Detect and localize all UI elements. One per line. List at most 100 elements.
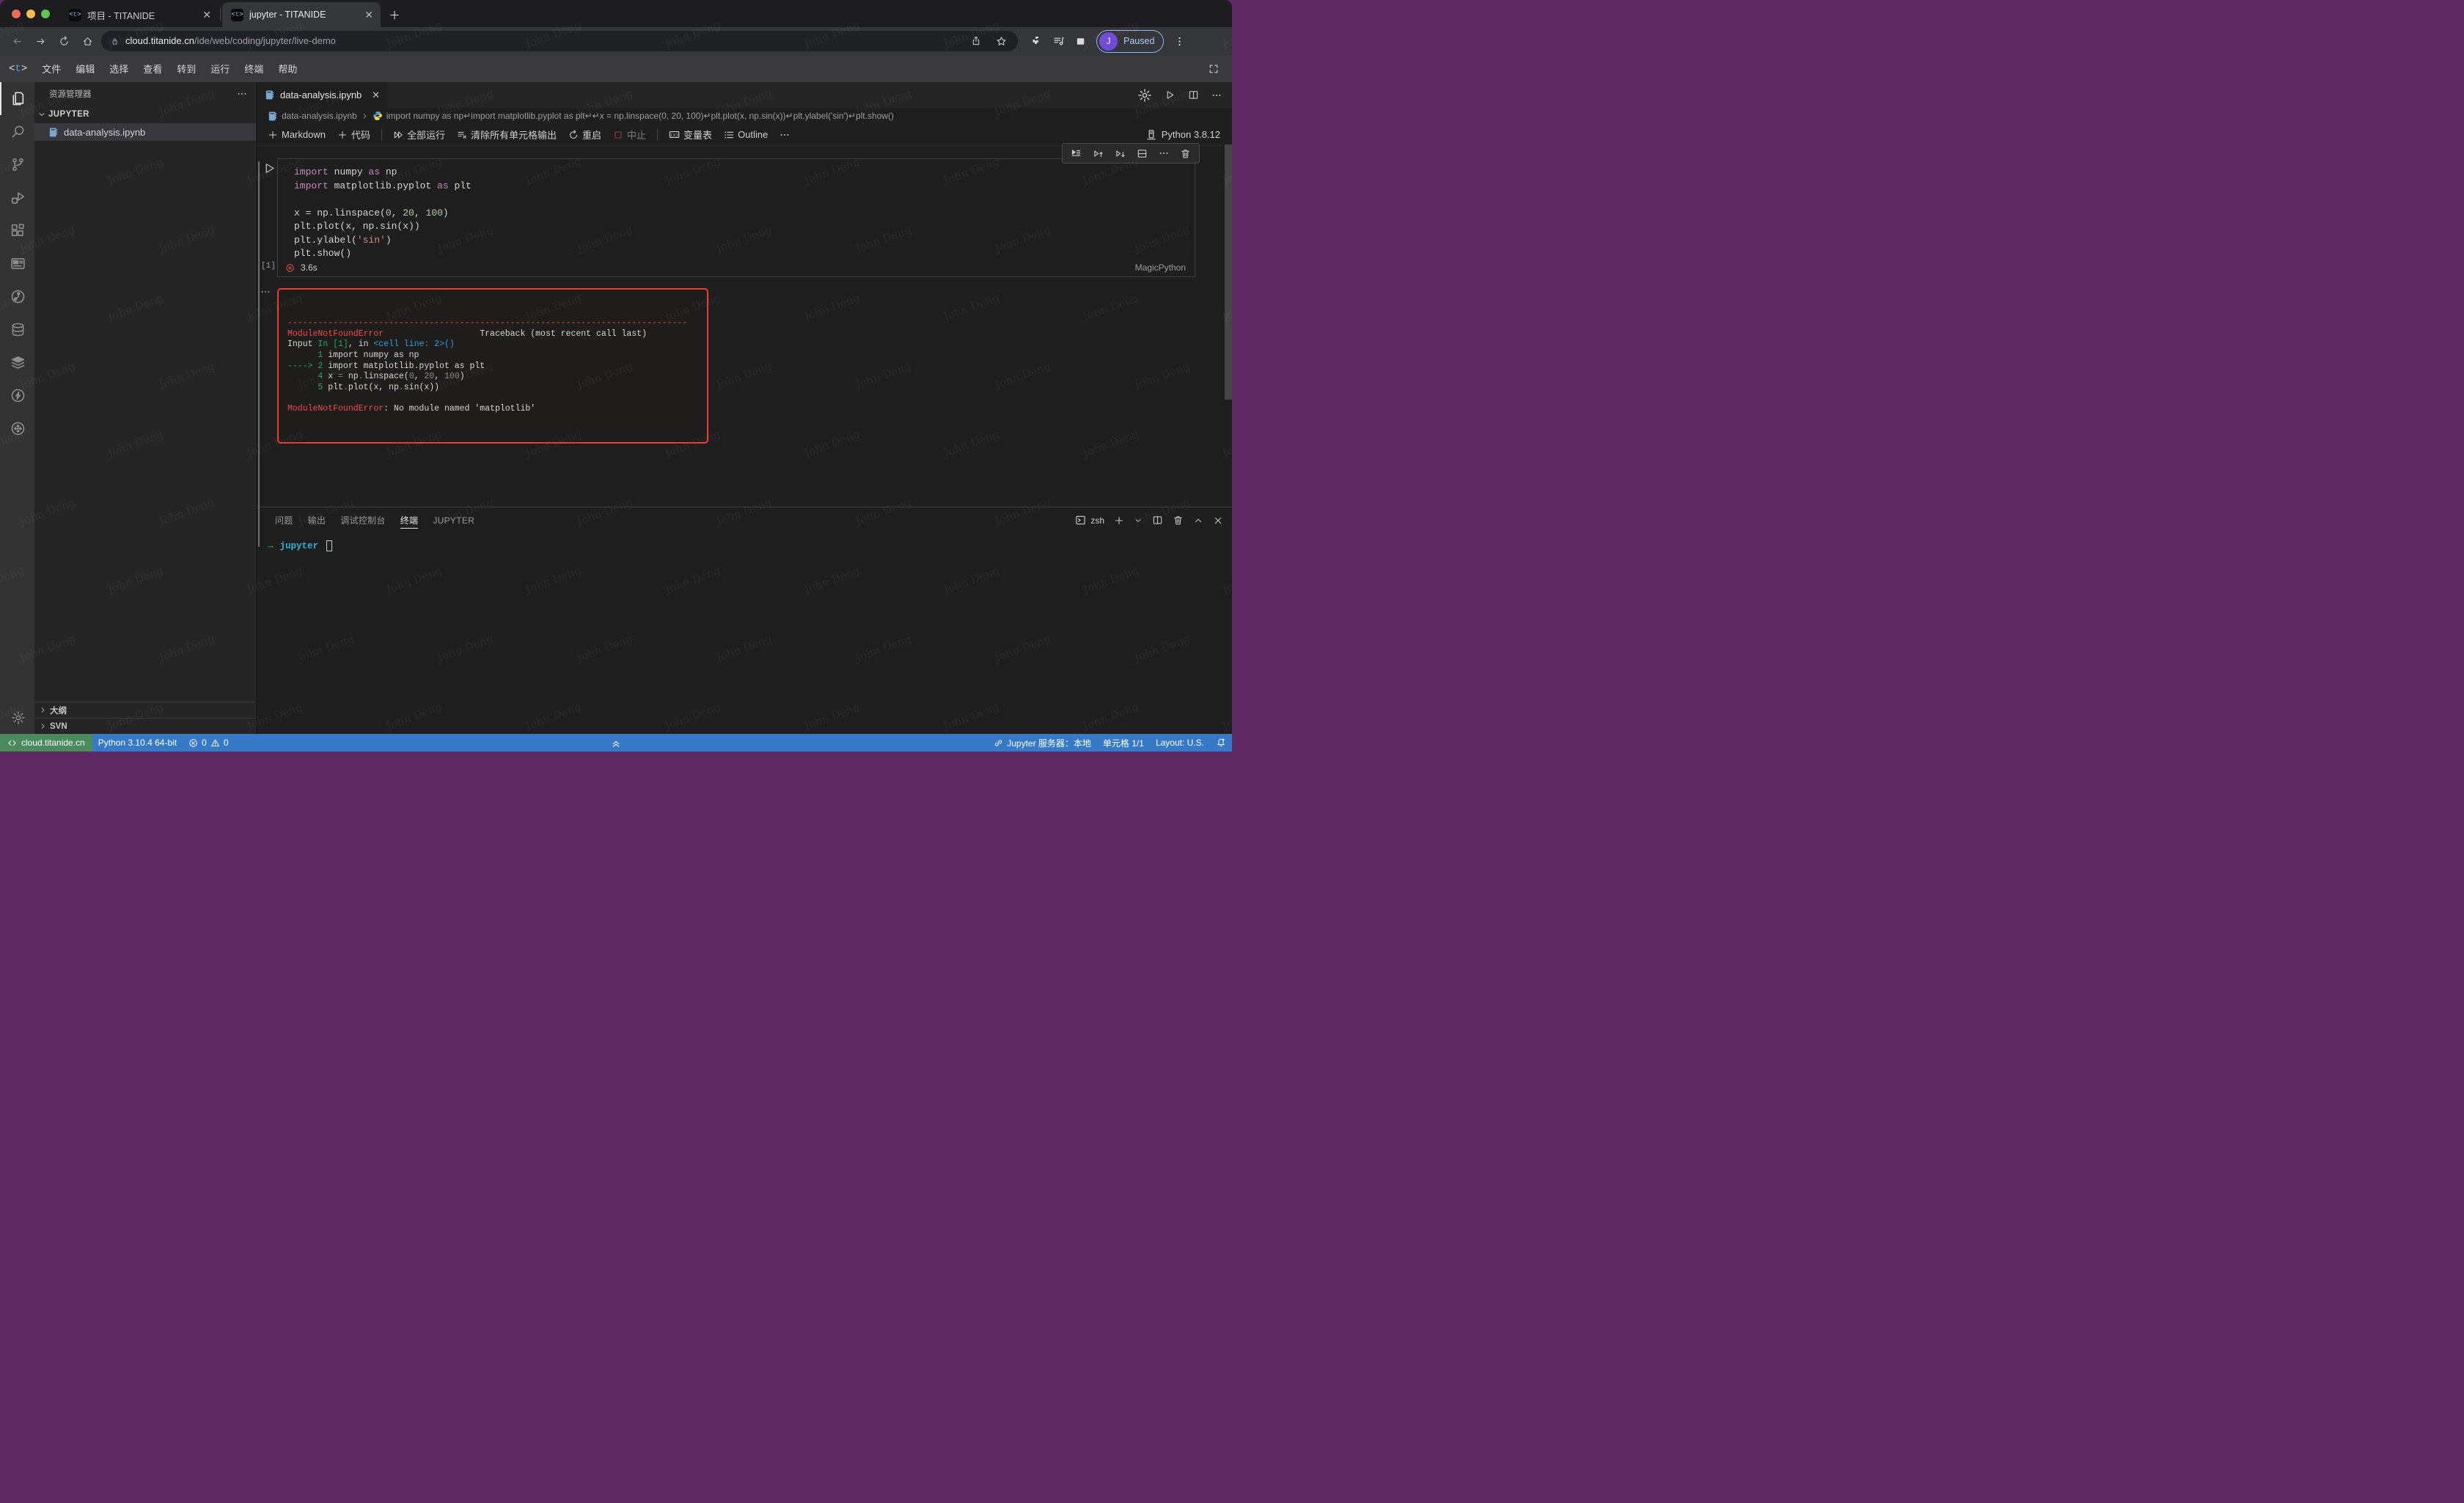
panel-tab-jupyter[interactable]: JUPYTER [425,507,482,533]
panel-tab-debug-console[interactable]: 调试控制台 [333,507,393,533]
maximize-panel-icon[interactable] [1193,515,1203,526]
browser-menu-kebab-icon[interactable] [1174,36,1185,47]
cell-more-actions-icon[interactable] [1159,148,1169,158]
explorer-more-actions-icon[interactable] [237,89,247,99]
python-interpreter-status[interactable]: Python 3.10.4 64-bit [92,734,183,752]
add-code-button[interactable]: 代码 [332,125,375,144]
cell-code-editor[interactable]: import numpy as npimport matplotlib.pypl… [277,158,1195,277]
panel-tab-output[interactable]: 输出 [301,507,334,533]
execute-below-icon[interactable] [1115,148,1126,159]
kill-terminal-icon[interactable] [1173,515,1184,526]
bookmark-star-icon[interactable] [991,32,1011,51]
activity-explorer-icon[interactable] [0,82,34,115]
notifications-bell-icon[interactable] [1210,734,1232,752]
activity-git-graph-icon[interactable] [0,280,34,313]
menu-help[interactable]: 帮助 [271,59,304,78]
expand-panel-chevrons-icon[interactable] [611,734,622,752]
menu-run[interactable]: 运行 [203,59,237,78]
breadcrumb-file[interactable]: data-analysis.ipynb [282,111,357,121]
run-all-button[interactable]: 全部运行 [388,125,450,144]
back-icon[interactable] [7,32,26,51]
delete-cell-icon[interactable] [1180,148,1191,159]
activity-layers-icon[interactable] [0,346,34,379]
output-menu-icon[interactable] [260,287,271,297]
menu-edit[interactable]: 编辑 [68,59,102,78]
new-terminal-icon[interactable] [1114,515,1124,526]
activity-extensions-icon[interactable] [0,214,34,247]
file-item-notebook[interactable]: data-analysis.ipynb [34,123,256,141]
profile-paused-badge[interactable]: J Paused [1096,30,1164,53]
editor-more-actions-icon[interactable] [1211,90,1222,100]
editor-tab-notebook[interactable]: data-analysis.ipynb ✕ [257,82,387,108]
jupyter-server-status[interactable]: Jupyter 服务器：本地 [988,734,1097,752]
address-bar[interactable]: cloud.titanide.cn/ide/web/coding/jupyter… [101,31,1018,51]
sidebar-section-outline[interactable]: 大纲 [34,702,256,718]
terminal-shell-selector[interactable]: zsh [1075,515,1104,526]
remote-indicator[interactable]: cloud.titanide.cn [0,734,92,752]
keyboard-layout-status[interactable]: Layout: U.S. [1150,734,1210,752]
notebook-file-icon [267,111,278,122]
activity-source-control-icon[interactable] [0,148,34,181]
close-panel-icon[interactable] [1213,515,1223,526]
split-editor-icon[interactable] [1188,89,1199,100]
playlist-icon[interactable] [1053,35,1065,47]
reload-icon[interactable] [54,32,73,51]
extensions-puzzle-icon[interactable] [1031,35,1043,47]
run-icon[interactable] [1165,89,1176,100]
editor-scrollbar[interactable] [1225,144,1232,400]
activity-run-debug-icon[interactable] [0,181,34,214]
share-icon[interactable] [967,32,986,51]
breadcrumb-code-summary[interactable]: import numpy as np↵import matplotlib.pyp… [386,111,894,121]
sidebar-section-svn[interactable]: SVN [34,718,256,734]
home-icon[interactable] [78,32,97,51]
execute-cell-and-below-icon[interactable] [1071,148,1082,159]
fullscreen-icon[interactable] [1209,64,1223,74]
activity-search-icon[interactable] [0,115,34,148]
side-panel-icon[interactable] [1075,36,1086,47]
panel-tab-terminal[interactable]: 终端 [393,507,426,533]
close-tab-icon[interactable]: ✕ [202,9,211,21]
notebook-settings-gear-icon[interactable] [1137,88,1152,103]
close-tab-icon[interactable]: ✕ [364,9,373,21]
outline-button[interactable]: Outline [719,127,773,142]
profile-avatar[interactable]: J [1099,32,1118,51]
browser-tab-project[interactable]: <t> 项目 - TITANIDE ✕ [60,2,219,27]
activity-thunder-icon[interactable] [0,379,34,412]
cell-position-status[interactable]: 单元格 1/1 [1097,734,1150,752]
kernel-picker[interactable]: Python 3.8.12 [1145,129,1223,141]
problems-status[interactable]: 0 0 [183,734,234,752]
add-markdown-button[interactable]: Markdown [263,127,331,142]
menu-selection[interactable]: 选择 [102,59,136,78]
browser-tab-jupyter[interactable]: <t> jupyter - TITANIDE ✕ [222,2,381,27]
maximize-window-button[interactable] [41,10,50,18]
forward-icon[interactable] [31,32,50,51]
cell-language-label[interactable]: MagicPython [1135,262,1186,273]
menu-view[interactable]: 查看 [136,59,169,78]
variables-button[interactable]: (x)变量表 [664,125,717,144]
settings-gear-icon[interactable] [0,701,34,734]
menu-terminal[interactable]: 终端 [237,59,271,78]
chevron-right-icon [361,112,369,120]
new-tab-button[interactable]: ＋ [385,5,404,24]
split-cell-icon[interactable] [1137,148,1148,159]
close-window-button[interactable] [12,10,21,18]
explorer-section-jupyter[interactable]: JUPYTER [34,106,256,123]
minimize-window-button[interactable] [26,10,35,18]
toolbar-more-actions-icon[interactable] [774,128,795,142]
stop-icon [613,130,623,140]
activity-remote-explorer-icon[interactable] [0,412,34,445]
menu-file[interactable]: 文件 [34,59,68,78]
split-terminal-icon[interactable] [1152,515,1163,526]
terminal-prompt-line[interactable]: → jupyter [257,533,1232,551]
execute-above-icon[interactable] [1093,148,1104,159]
breadcrumb[interactable]: data-analysis.ipynb import numpy as np↵i… [257,108,1232,124]
activity-database-icon[interactable] [0,313,34,346]
cell-code[interactable]: import numpy as npimport matplotlib.pypl… [278,159,1195,261]
restart-kernel-button[interactable]: 重启 [563,125,606,144]
activity-preview-icon[interactable] [0,247,34,280]
close-editor-tab-icon[interactable]: ✕ [372,89,380,101]
menu-goto[interactable]: 转到 [169,59,203,78]
panel-tab-problems[interactable]: 问题 [268,507,301,533]
terminal-dropdown-icon[interactable] [1134,516,1143,525]
clear-outputs-button[interactable]: 清除所有单元格输出 [452,125,562,144]
